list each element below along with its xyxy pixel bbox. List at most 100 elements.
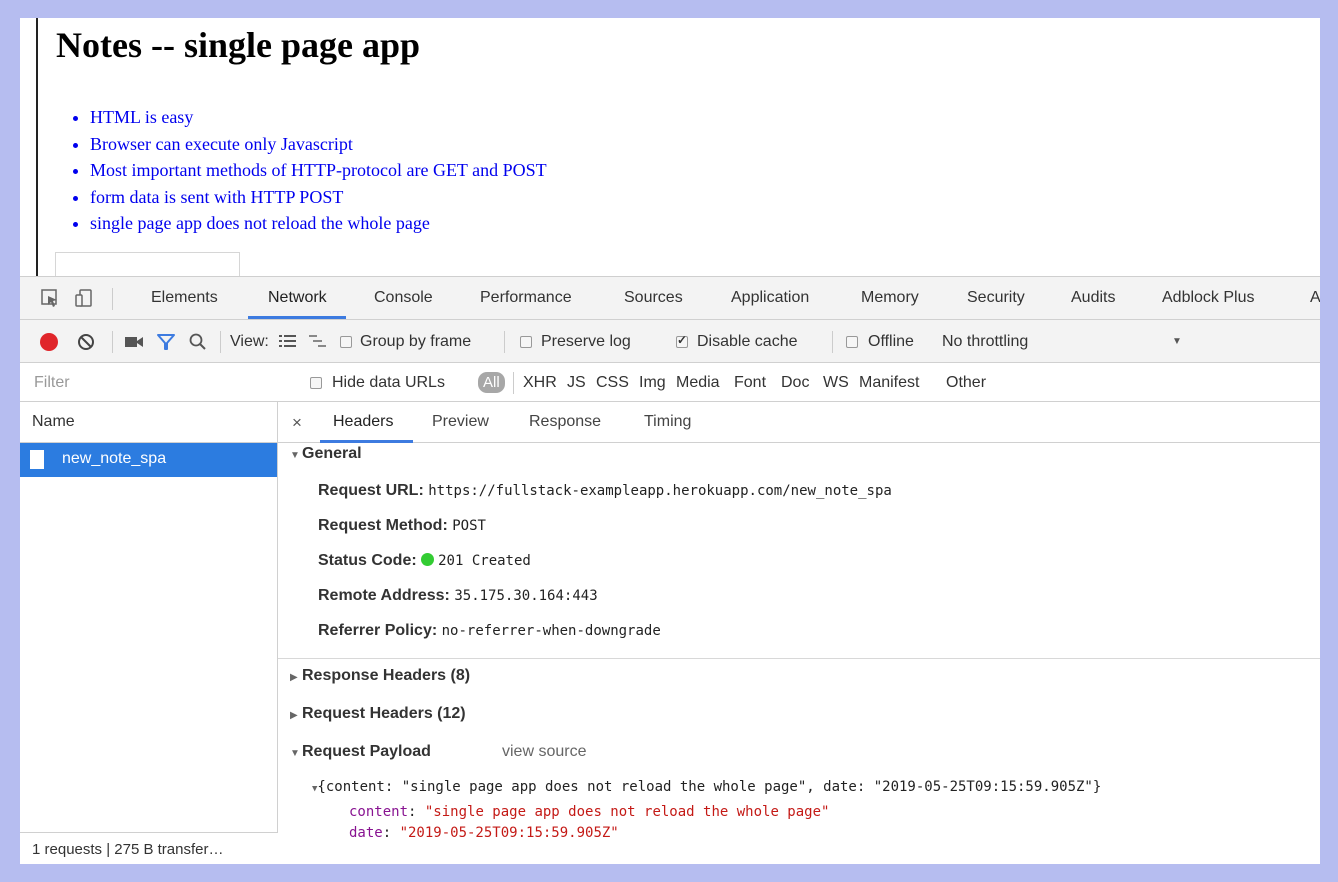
tab-adblock-plus[interactable]: Adblock Plus xyxy=(1162,289,1255,307)
row-value: 35.175.30.164:443 xyxy=(454,588,598,604)
tab-headers[interactable]: Headers xyxy=(333,413,393,431)
tab-security[interactable]: Security xyxy=(967,289,1025,307)
request-list: Name new_note_spa 1 requests | 275 B tra… xyxy=(20,402,278,864)
type-filter-img[interactable]: Img xyxy=(639,374,666,392)
request-name: new_note_spa xyxy=(62,450,167,467)
type-filter-manifest[interactable]: Manifest xyxy=(859,374,919,392)
hide-data-urls-checkbox[interactable] xyxy=(310,377,322,389)
type-filter-js[interactable]: JS xyxy=(567,374,586,392)
disable-cache-checkbox[interactable] xyxy=(676,333,688,348)
request-row[interactable]: new_note_spa xyxy=(20,443,277,477)
row-key: Request URL: xyxy=(318,482,424,499)
type-filter-doc[interactable]: Doc xyxy=(781,374,809,392)
network-toolbar: View: Group by frame Preserve log Disabl… xyxy=(20,320,1320,363)
tab-console[interactable]: Console xyxy=(374,289,433,307)
tab-memory[interactable]: Memory xyxy=(861,289,919,307)
payload-summary-text: {content: "single page app does not relo… xyxy=(317,779,1102,795)
tab-overflow[interactable]: A xyxy=(1310,289,1320,307)
payload-summary[interactable]: ▼{content: "single page app does not rel… xyxy=(312,779,1101,795)
list-item: single page app does not reload the whol… xyxy=(90,210,547,237)
disable-cache-label: Disable cache xyxy=(697,333,798,350)
network-summary: 1 requests | 275 B transfer… xyxy=(20,832,278,864)
triangle-down-icon: ▼ xyxy=(290,748,300,759)
record-icon[interactable] xyxy=(40,333,58,351)
inspect-element-icon[interactable] xyxy=(40,288,60,313)
page-title: Notes -- single page app xyxy=(56,25,421,65)
type-filter-ws[interactable]: WS xyxy=(823,374,849,392)
page-left-rule xyxy=(36,18,38,276)
throttling-select[interactable]: No throttling xyxy=(942,333,1028,351)
tab-network[interactable]: Network xyxy=(268,289,327,307)
preserve-log-label: Preserve log xyxy=(541,333,631,350)
browser-window: Notes -- single page app HTML is easy Br… xyxy=(20,18,1320,864)
name-column-label: Name xyxy=(32,413,75,430)
waterfall-icon[interactable] xyxy=(308,333,328,354)
filter-input[interactable]: Filter xyxy=(34,374,70,392)
request-headers-toggle[interactable]: ▶ Request Headers (12) xyxy=(290,705,466,723)
clear-icon[interactable] xyxy=(76,332,96,357)
row-value: https://fullstack-exampleapp.herokuapp.c… xyxy=(428,483,892,499)
detail-tabbar: × Headers Preview Response Timing xyxy=(278,402,1320,443)
tab-sources[interactable]: Sources xyxy=(624,289,683,307)
triangle-right-icon: ▶ xyxy=(290,672,298,683)
request-payload-toggle[interactable]: ▼ Request Payload xyxy=(290,743,431,761)
note-input[interactable] xyxy=(55,252,240,276)
type-filter-font[interactable]: Font xyxy=(734,374,766,392)
group-by-frame-label: Group by frame xyxy=(360,333,472,350)
capture-screenshots-icon[interactable] xyxy=(124,333,144,356)
type-filter-other[interactable]: Other xyxy=(946,374,986,392)
payload-field-content: content: "single page app does not reloa… xyxy=(349,804,830,820)
tab-elements[interactable]: Elements xyxy=(151,289,218,307)
filter-icon[interactable] xyxy=(156,332,176,357)
large-rows-icon[interactable] xyxy=(278,333,298,354)
list-item: Most important methods of HTTP-protocol … xyxy=(90,157,547,184)
type-filter-xhr[interactable]: XHR xyxy=(523,374,557,392)
response-headers-toggle[interactable]: ▶ Response Headers (8) xyxy=(290,667,470,685)
device-toolbar-icon[interactable] xyxy=(74,288,94,313)
tab-application[interactable]: Application xyxy=(731,289,809,307)
name-column-header[interactable]: Name xyxy=(20,402,278,443)
notes-list: HTML is easy Browser can execute only Ja… xyxy=(90,104,547,237)
list-item: HTML is easy xyxy=(90,104,547,131)
list-item: form data is sent with HTTP POST xyxy=(90,184,547,211)
chevron-down-icon[interactable]: ▼ xyxy=(1172,336,1182,347)
payload-value: "2019-05-25T09:15:59.905Z" xyxy=(399,825,619,841)
request-details: × Headers Preview Response Timing ▼ Gener… xyxy=(278,402,1320,864)
type-filter-all[interactable]: All xyxy=(478,372,505,393)
type-filter-media[interactable]: Media xyxy=(676,374,720,392)
row-key: Referrer Policy: xyxy=(318,622,438,639)
row-value: no-referrer-when-downgrade xyxy=(441,623,661,639)
triangle-down-icon: ▼ xyxy=(290,450,300,461)
general-section-toggle[interactable]: ▼ General xyxy=(290,445,362,463)
general-row-remote: Remote Address: 35.175.30.164:443 xyxy=(318,587,598,605)
tab-preview[interactable]: Preview xyxy=(432,413,489,431)
filter-bar: Filter Hide data URLs All XHR JS CSS Img… xyxy=(20,363,1320,402)
document-icon xyxy=(30,450,44,469)
request-headers-title: Request Headers (12) xyxy=(302,705,466,722)
general-row-status: Status Code: 201 Created xyxy=(318,552,531,570)
devtools-panel: Elements Network Console Performance Sou… xyxy=(20,276,1320,864)
row-value: 201 Created xyxy=(438,553,531,569)
payload-value: "single page app does not reload the who… xyxy=(424,804,830,820)
tab-performance[interactable]: Performance xyxy=(480,289,572,307)
status-ok-icon xyxy=(421,553,435,566)
preserve-log-checkbox[interactable] xyxy=(520,336,532,348)
payload-field-date: date: "2019-05-25T09:15:59.905Z" xyxy=(349,825,619,841)
close-icon[interactable]: × xyxy=(292,413,302,433)
search-icon[interactable] xyxy=(188,332,208,357)
general-row-url: Request URL: https://fullstack-exampleap… xyxy=(318,482,892,500)
type-filter-css[interactable]: CSS xyxy=(596,374,629,392)
tab-audits[interactable]: Audits xyxy=(1071,289,1115,307)
row-key: Remote Address: xyxy=(318,587,450,604)
tab-timing[interactable]: Timing xyxy=(644,413,691,431)
general-row-method: Request Method: POST xyxy=(318,517,486,535)
general-section-title: General xyxy=(302,445,362,462)
response-headers-title: Response Headers (8) xyxy=(302,667,471,684)
offline-label: Offline xyxy=(868,333,914,350)
hide-data-urls-label: Hide data URLs xyxy=(332,374,445,391)
tab-response[interactable]: Response xyxy=(529,413,601,431)
offline-checkbox[interactable] xyxy=(846,336,858,348)
group-by-frame-checkbox[interactable] xyxy=(340,336,352,348)
payload-key: content xyxy=(349,804,409,820)
view-source-link[interactable]: view source xyxy=(502,743,586,761)
